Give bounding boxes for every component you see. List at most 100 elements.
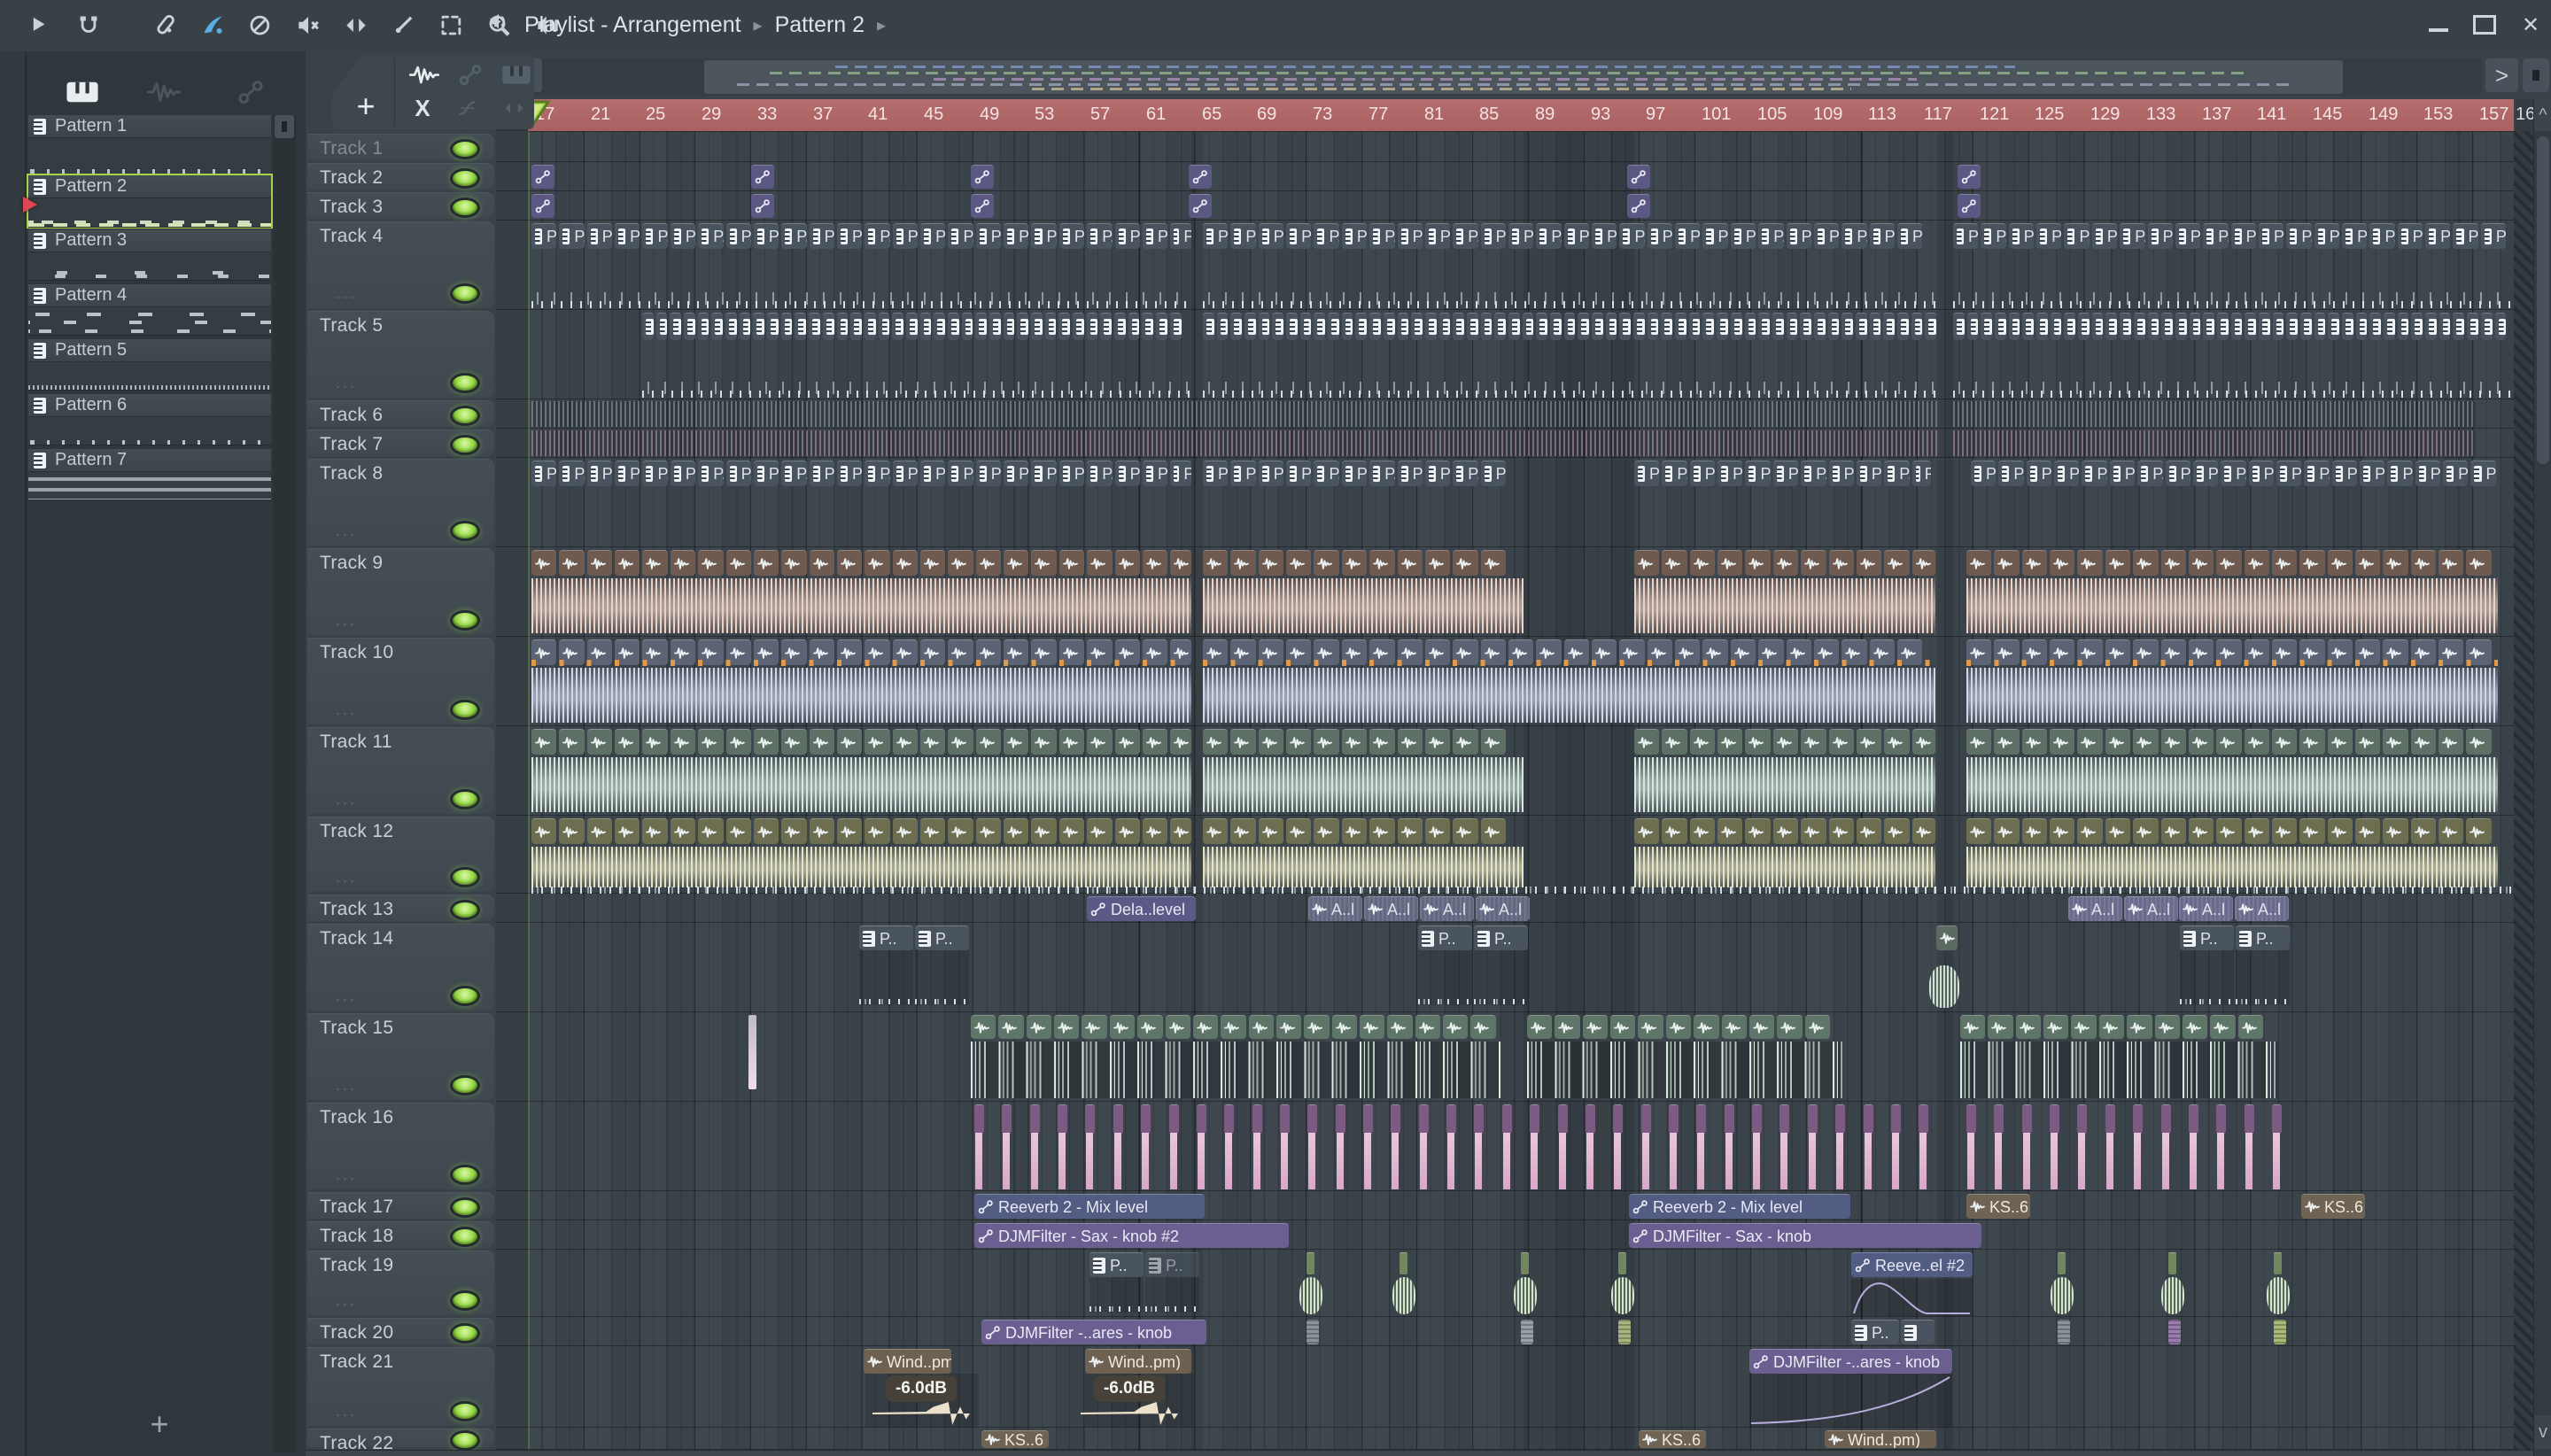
pattern-clip[interactable]: P.. [1453,223,1478,249]
tab-wave[interactable] [133,74,195,110]
pattern-clip[interactable] [2397,313,2409,340]
audio-clip[interactable] [1801,729,1826,755]
audio-clip[interactable] [1170,729,1191,755]
pattern-clip[interactable]: P.. [1114,223,1140,249]
pattern-item-7[interactable]: Pattern 7 [28,449,271,500]
pattern-clip[interactable] [2425,313,2437,340]
pattern-clip[interactable] [1897,313,1909,340]
pattern-clip[interactable]: P.. [920,223,946,249]
audio-clip[interactable] [1884,550,1910,576]
audio-clip[interactable] [1424,550,1451,576]
pattern-clip[interactable] [1508,313,1520,340]
pattern-clip[interactable]: P.. [2314,223,2340,249]
pattern-clip[interactable]: P.. [2425,223,2451,249]
stem-clip[interactable] [2216,1104,2227,1134]
timeline-ruler[interactable]: 17 21 25 29 33 37 41 45 49 53 57 61 65 69 73 77 81 85 89 93… [528,99,2514,132]
pattern-clip[interactable] [1128,313,1140,340]
audio-clip[interactable] [892,729,919,755]
pattern-clip[interactable]: P.. [1869,223,1895,249]
audio-clip[interactable] [1286,818,1312,844]
pattern-clip[interactable] [1661,313,1673,340]
pattern-clip[interactable] [1044,313,1057,340]
automation-clip[interactable] [531,165,554,189]
audio-clip[interactable] [2439,729,2464,755]
select-icon[interactable] [434,8,469,43]
pattern-clip[interactable] [1203,313,1214,340]
picker-tab-piano[interactable] [497,60,534,90]
pattern-clip[interactable]: P.. [1745,461,1771,486]
dense-clip-strip[interactable] [1953,430,2476,456]
pattern-clip[interactable]: P.. [2147,223,2173,249]
audio-clip[interactable] [1031,729,1057,755]
pattern-clip[interactable] [2230,313,2243,340]
audio-clip[interactable] [1221,1015,1246,1039]
audio-clip[interactable] [2021,550,2048,576]
pattern-header[interactable]: Pattern 7 [28,449,271,472]
pattern-clip[interactable] [1619,313,1632,340]
track-name[interactable]: Track 2 [320,167,383,189]
stem-clip[interactable] [1835,1104,1846,1134]
pattern-clip[interactable]: P.. [859,925,913,950]
pattern-clip[interactable] [1230,313,1243,340]
pattern-clip[interactable] [1086,313,1098,340]
pattern-clip[interactable]: P.. [865,461,890,486]
pattern-clip[interactable]: P.. [1341,223,1368,249]
pattern-clip[interactable]: P.. [1647,223,1673,249]
pattern-clip[interactable]: P.. [2054,461,2080,486]
pattern-clip[interactable]: P.. [1689,461,1716,486]
pattern-clip[interactable] [1730,313,1742,340]
audio-clip[interactable] [1304,1015,1330,1039]
pattern-clip[interactable] [642,313,654,340]
pattern-clip[interactable]: P.. [1087,223,1113,249]
pattern-clip[interactable]: P.. [2192,461,2219,486]
automation-clip[interactable] [531,194,554,218]
pattern-clip[interactable] [2286,313,2298,340]
audio-clip[interactable] [1230,818,1256,844]
audio-sliver-clip[interactable] [1521,1252,1529,1274]
stem-clip[interactable] [1335,1104,1345,1134]
audio-sliver-clip[interactable] [2274,1252,2282,1274]
pattern-clip[interactable]: P.. [1314,461,1339,486]
track-header-10[interactable]: Track 10... [307,638,494,724]
pattern-clip[interactable] [753,313,765,340]
pattern-clip[interactable] [1800,313,1811,340]
stem-clip[interactable] [1418,1104,1429,1134]
stem-clip[interactable] [1252,1104,1262,1134]
audio-clip[interactable] [1258,550,1284,576]
audio-clip[interactable] [586,550,613,576]
audio-clip[interactable] [2188,550,2214,576]
pattern-clip[interactable] [1772,313,1784,340]
audio-clip[interactable] [753,729,779,755]
track-name[interactable]: Track 11 [320,732,392,753]
pattern-clip[interactable]: P.. [1897,223,1923,249]
picker-tab-link[interactable] [451,60,490,90]
pattern-clip[interactable]: P.. [2360,461,2385,486]
pattern-header[interactable]: Pattern 2 [28,175,271,198]
track-mute-led[interactable] [450,283,480,304]
pattern-clip[interactable]: P.. [2064,223,2090,249]
audio-clip[interactable] [2160,818,2186,844]
audio-clip[interactable] [1936,925,1958,950]
audio-clip[interactable] [1994,550,2020,576]
audio-clip[interactable] [948,729,973,755]
pattern-clip[interactable] [1536,313,1547,340]
track-header-2[interactable]: Track 2 [307,163,494,190]
audio-clip[interactable] [725,550,751,576]
delete-icon[interactable] [243,8,278,43]
audio-clip[interactable] [586,729,613,755]
automation-clip[interactable]: Reeverb 2 - Mix level [974,1194,1205,1219]
pattern-clip[interactable]: P.. [1474,925,1528,950]
pattern-item-5[interactable]: Pattern 5 [28,339,271,391]
audio-clip[interactable] [1192,1015,1219,1039]
audio-clip[interactable] [948,550,973,576]
stem-clip[interactable] [1890,1104,1901,1134]
automation-clip[interactable] [1958,165,1981,189]
audio-clip[interactable] [1058,729,1085,755]
pattern-clip[interactable]: P.. [920,461,946,486]
audio-clip[interactable] [1994,729,2020,755]
audio-clip[interactable] [1717,550,1743,576]
stem-clip[interactable] [2160,1104,2171,1134]
audio-clip[interactable] [1286,729,1312,755]
pattern-clip[interactable] [850,313,862,340]
dense-clip-strip[interactable] [531,430,1937,456]
